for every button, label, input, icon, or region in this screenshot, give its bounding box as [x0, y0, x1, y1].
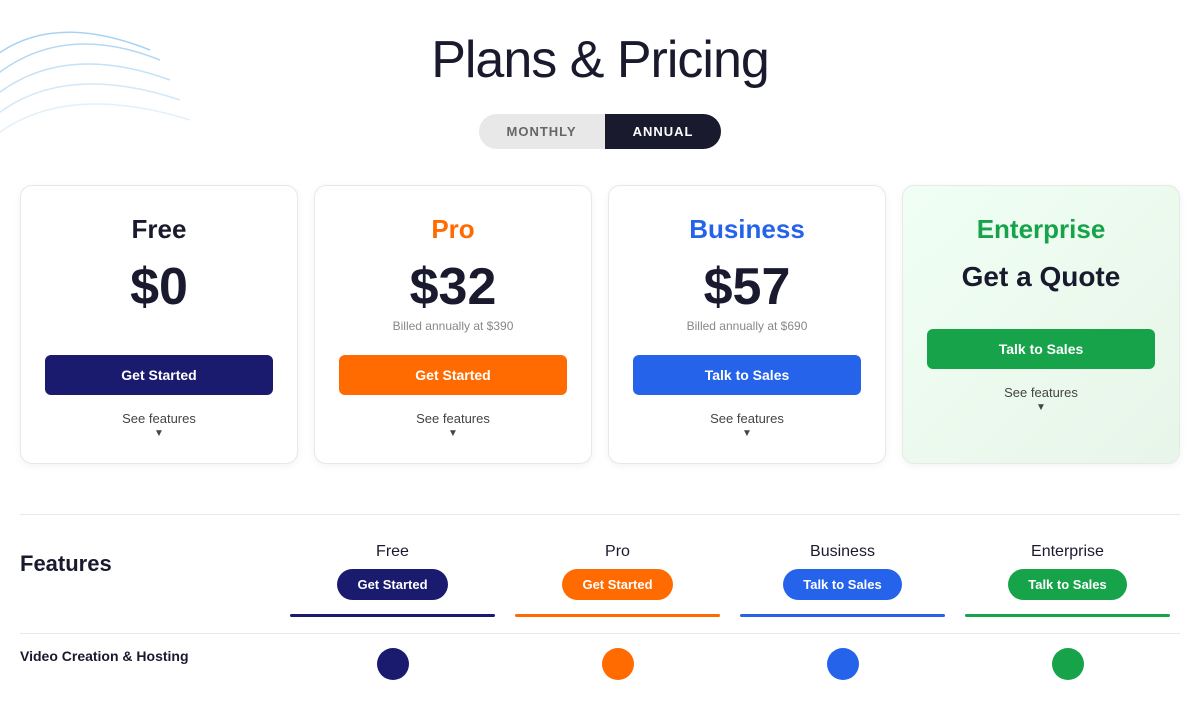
billed-note-free	[45, 319, 273, 337]
chevron-down-pro: ▼	[339, 428, 567, 439]
feature-col-business: Business Talk to Sales	[730, 543, 955, 617]
see-features-business[interactable]: See features ▼	[633, 411, 861, 439]
feature-bar-enterprise	[965, 614, 1170, 617]
feature-talk-to-sales-enterprise-btn[interactable]: Talk to Sales	[1008, 569, 1127, 600]
pricing-card-enterprise: Enterprise Get a Quote Talk to Sales See…	[902, 185, 1180, 464]
video-creation-row: Video Creation & Hosting	[20, 633, 1180, 688]
talk-to-sales-enterprise-btn[interactable]: Talk to Sales	[927, 329, 1155, 369]
feature-bar-business	[740, 614, 945, 617]
see-features-free[interactable]: See features ▼	[45, 411, 273, 439]
pricing-card-free: Free $0 Get Started See features ▼	[20, 185, 298, 464]
feature-get-started-free-btn[interactable]: Get Started	[337, 569, 447, 600]
section-divider	[20, 514, 1180, 515]
plan-price-pro: $32	[339, 261, 567, 313]
features-section: Features Free Get Started Pro Get Starte…	[20, 543, 1180, 708]
pricing-card-business: Business $57 Billed annually at $690 Tal…	[608, 185, 886, 464]
page-title: Plans & Pricing	[20, 30, 1180, 90]
feature-col-name-pro: Pro	[515, 543, 720, 561]
talk-to-sales-business-btn[interactable]: Talk to Sales	[633, 355, 861, 395]
feature-col-name-business: Business	[740, 543, 945, 561]
feature-get-started-pro-btn[interactable]: Get Started	[562, 569, 672, 600]
feature-col-enterprise: Enterprise Talk to Sales	[955, 543, 1180, 617]
feature-bar-pro	[515, 614, 720, 617]
features-label: Features	[20, 543, 280, 577]
plan-price-free: $0	[45, 261, 273, 313]
feature-col-name-enterprise: Enterprise	[965, 543, 1170, 561]
plan-name-free: Free	[45, 214, 273, 245]
feature-col-name-free: Free	[290, 543, 495, 561]
plan-name-enterprise: Enterprise	[927, 214, 1155, 245]
plan-name-business: Business	[633, 214, 861, 245]
annual-toggle-btn[interactable]: ANNUAL	[605, 114, 722, 149]
get-started-pro-btn[interactable]: Get Started	[339, 355, 567, 395]
chevron-down-enterprise: ▼	[927, 402, 1155, 413]
feature-talk-to-sales-business-btn[interactable]: Talk to Sales	[783, 569, 902, 600]
pricing-card-pro: Pro $32 Billed annually at $390 Get Star…	[314, 185, 592, 464]
feature-col-free: Free Get Started	[280, 543, 505, 617]
plan-price-enterprise: Get a Quote	[927, 261, 1155, 293]
billed-note-pro: Billed annually at $390	[339, 319, 567, 337]
chevron-down-free: ▼	[45, 428, 273, 439]
feature-bar-free	[290, 614, 495, 617]
see-features-pro[interactable]: See features ▼	[339, 411, 567, 439]
get-started-free-btn[interactable]: Get Started	[45, 355, 273, 395]
plan-price-business: $57	[633, 261, 861, 313]
feature-col-pro: Pro Get Started	[505, 543, 730, 617]
monthly-toggle-btn[interactable]: MONTHLY	[479, 114, 605, 149]
see-features-enterprise[interactable]: See features ▼	[927, 385, 1155, 413]
plan-name-pro: Pro	[339, 214, 567, 245]
features-header: Features Free Get Started Pro Get Starte…	[20, 543, 1180, 617]
billed-note-enterprise	[927, 293, 1155, 311]
chevron-down-business: ▼	[633, 428, 861, 439]
pricing-cards: Free $0 Get Started See features ▼ Pro $…	[20, 185, 1180, 464]
billed-note-business: Billed annually at $690	[633, 319, 861, 337]
billing-toggle: MONTHLY ANNUAL	[20, 114, 1180, 149]
